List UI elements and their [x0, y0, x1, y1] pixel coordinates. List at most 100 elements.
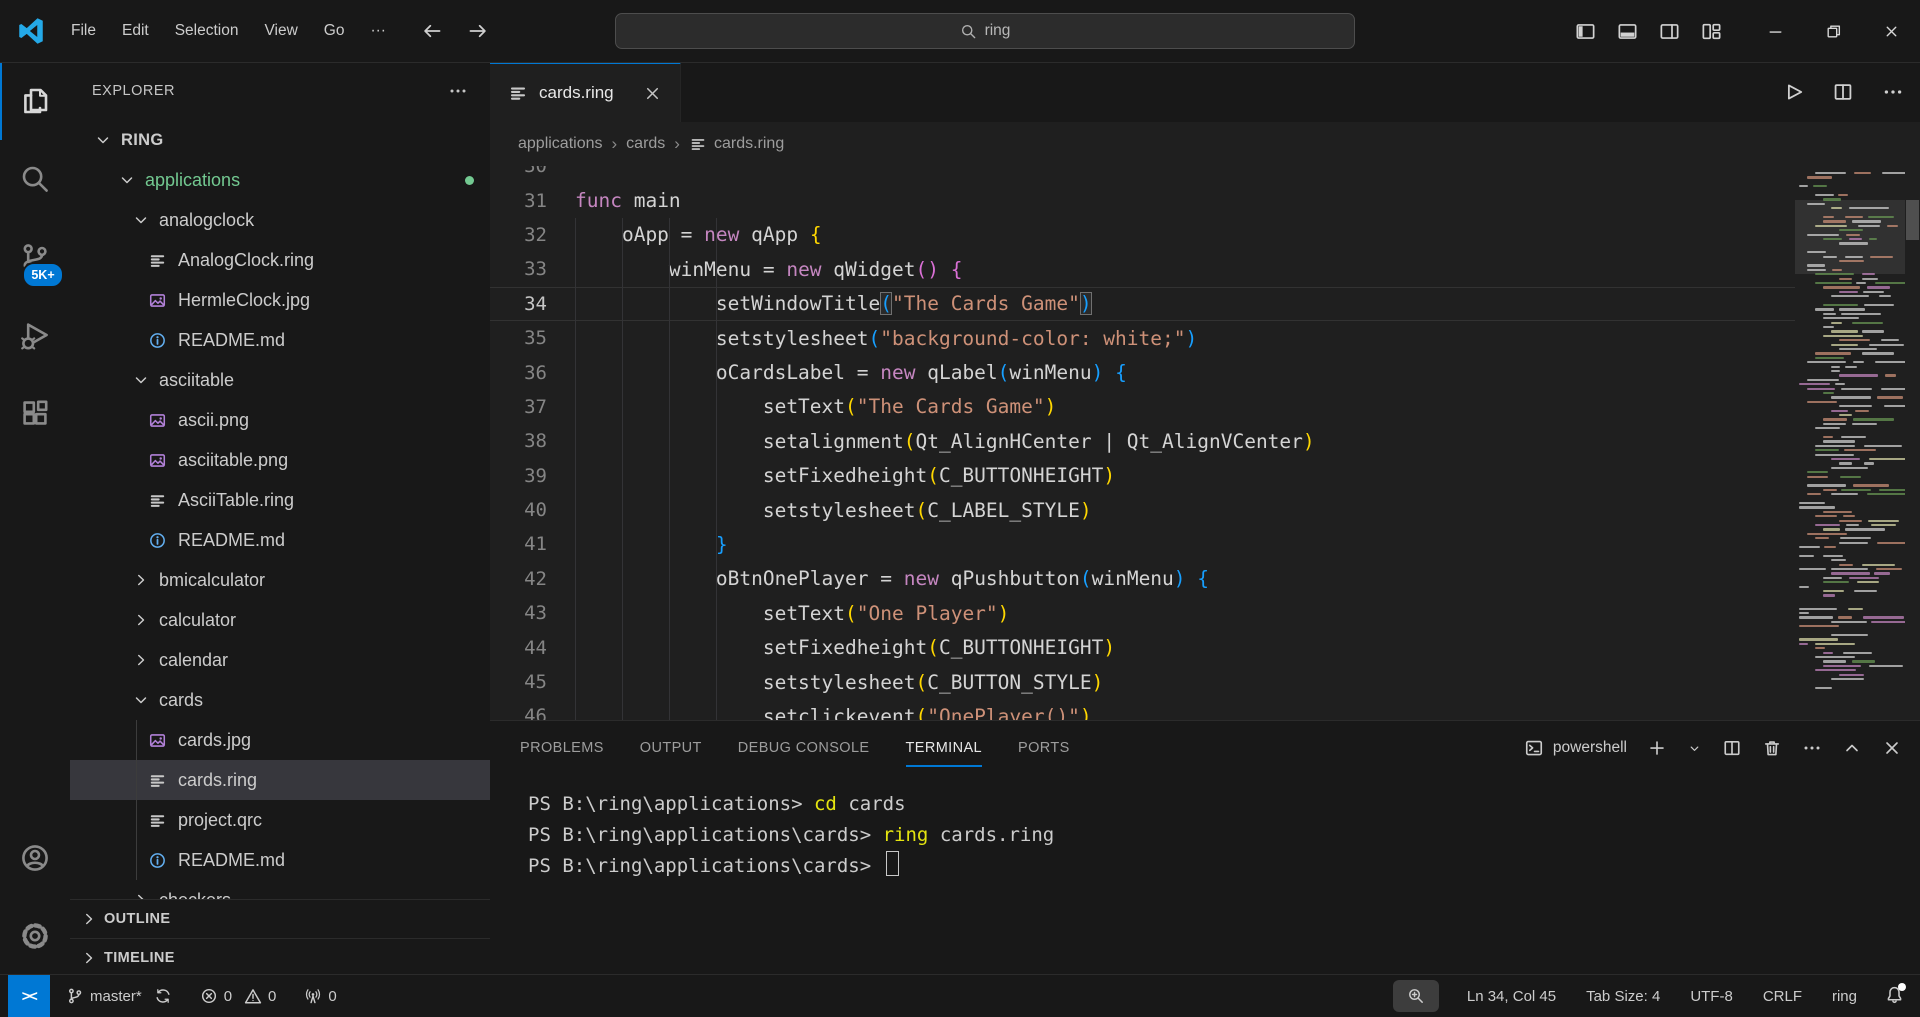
menu-selection[interactable]: Selection	[162, 15, 252, 47]
minimap-line	[1823, 256, 1837, 258]
activity-run-debug[interactable]	[0, 296, 70, 374]
tree-item-analogclock[interactable]: analogclock	[70, 200, 490, 240]
section-outline[interactable]: OUTLINE	[70, 899, 490, 938]
section-timeline[interactable]: TIMELINE	[70, 938, 490, 975]
tree-item-calendar[interactable]: calendar	[70, 640, 490, 680]
tree-item-readme-md[interactable]: README.md	[70, 520, 490, 560]
tree-item-cards-ring[interactable]: cards.ring	[70, 760, 490, 800]
terminal-output[interactable]: PS B:\ring\applications> cd cardsPS B:\r…	[490, 775, 1920, 882]
panel-tab-ports[interactable]: PORTS	[1018, 721, 1070, 775]
command-center-search[interactable]: ring	[615, 13, 1355, 49]
tree-item-checkers[interactable]: checkers	[70, 880, 490, 899]
image-icon	[148, 291, 167, 310]
minimap-line	[1815, 273, 1854, 275]
extensions-icon	[19, 397, 51, 429]
minimap-line	[1845, 256, 1863, 258]
breadcrumb-cards-ring[interactable]: cards.ring	[689, 135, 784, 153]
tree-item-readme-md[interactable]: README.md	[70, 840, 490, 880]
split-terminal-button[interactable]	[1722, 738, 1742, 758]
navigate-forward-button[interactable]	[467, 20, 489, 42]
minimize-button[interactable]	[1767, 23, 1784, 40]
tree-item-asciitable[interactable]: asciitable	[70, 360, 490, 400]
minimap-line	[1799, 638, 1838, 640]
tree-item-asciitable-ring[interactable]: AsciiTable.ring	[70, 480, 490, 520]
breadcrumb-separator: ›	[612, 134, 618, 154]
menu-more[interactable]: ···	[357, 15, 399, 47]
tree-item-cards[interactable]: cards	[70, 680, 490, 720]
toggle-sidebar-button[interactable]	[1575, 21, 1596, 42]
tree-item-readme-md[interactable]: README.md	[70, 320, 490, 360]
panel-more-actions-button[interactable]	[1802, 738, 1822, 758]
navigate-back-button[interactable]	[421, 20, 443, 42]
panel-tab-terminal[interactable]: TERMINAL	[906, 721, 983, 775]
tree-item-project-qrc[interactable]: project.qrc	[70, 800, 490, 840]
tab-cards-ring[interactable]: cards.ring	[490, 62, 681, 122]
minimap-line	[1839, 414, 1852, 416]
problems-item[interactable]: 0 0	[198, 987, 279, 1005]
minimap-viewport[interactable]	[1795, 200, 1905, 274]
toggle-panel-button[interactable]	[1617, 21, 1638, 42]
minimap-line	[1823, 577, 1842, 579]
status-language[interactable]: ring	[1830, 988, 1859, 1005]
git-branch-item[interactable]: master*	[64, 987, 174, 1005]
minimap-line	[1862, 330, 1883, 332]
minimap-line	[1874, 572, 1890, 574]
minimap-line	[1877, 542, 1905, 544]
panel-tab-problems[interactable]: PROBLEMS	[520, 721, 604, 775]
code-line-35: 35 setstylesheet("background-color: whit…	[490, 321, 1795, 355]
zoom-button[interactable]	[1393, 980, 1439, 1012]
maximize-panel-button[interactable]	[1842, 738, 1862, 758]
activity-search[interactable]	[0, 140, 70, 218]
run-button[interactable]	[1782, 81, 1804, 103]
menu-view[interactable]: View	[251, 15, 310, 47]
tree-item-hermleclock-jpg[interactable]: HermleClock.jpg	[70, 280, 490, 320]
status-encoding[interactable]: UTF-8	[1688, 988, 1735, 1005]
customize-layout-button[interactable]	[1701, 21, 1722, 42]
tree-item-applications[interactable]: applications	[70, 160, 490, 200]
explorer-actions-button[interactable]	[448, 81, 468, 101]
restore-button[interactable]	[1825, 23, 1842, 40]
toggle-secondary-sidebar-button[interactable]	[1659, 21, 1680, 42]
split-editor-button[interactable]	[1832, 81, 1854, 103]
remote-indicator[interactable]: ><	[8, 975, 50, 1017]
activity-source-control[interactable]: 5K+	[0, 218, 70, 296]
breadcrumb-applications[interactable]: applications	[518, 135, 603, 153]
editor-more-actions-button[interactable]	[1882, 81, 1904, 103]
close-panel-button[interactable]	[1882, 738, 1902, 758]
close-window-button[interactable]	[1883, 23, 1900, 40]
tree-item-ascii-png[interactable]: ascii.png	[70, 400, 490, 440]
menu-file[interactable]: File	[58, 15, 109, 47]
status-eol[interactable]: CRLF	[1761, 988, 1804, 1005]
activity-account[interactable]	[0, 819, 70, 897]
close-tab-icon[interactable]	[643, 84, 662, 103]
editor-scrollbar[interactable]	[1906, 200, 1919, 240]
tree-item-analogclock-ring[interactable]: AnalogClock.ring	[70, 240, 490, 280]
minimap-line	[1807, 203, 1825, 205]
activity-explorer[interactable]	[0, 62, 70, 140]
ring-file-icon	[148, 811, 167, 830]
new-terminal-button[interactable]	[1647, 738, 1667, 758]
tree-root-ring[interactable]: RING	[70, 120, 490, 160]
status-tab-size[interactable]: Tab Size: 4	[1584, 988, 1662, 1005]
code-editor[interactable]: 3031func main32 oApp = new qApp {33 winM…	[490, 166, 1920, 720]
panel-tab-debug-console[interactable]: DEBUG CONSOLE	[738, 721, 870, 775]
activity-settings[interactable]	[0, 897, 70, 975]
menu-go[interactable]: Go	[311, 15, 358, 47]
tree-item-calculator[interactable]: calculator	[70, 600, 490, 640]
panel-tab-output[interactable]: OUTPUT	[640, 721, 702, 775]
activity-extensions[interactable]	[0, 374, 70, 452]
breadcrumb-cards[interactable]: cards	[626, 135, 665, 153]
menu-edit[interactable]: Edit	[109, 15, 162, 47]
status-line-col[interactable]: Ln 34, Col 45	[1465, 988, 1558, 1005]
tree-item-cards-jpg[interactable]: cards.jpg	[70, 720, 490, 760]
terminal-dropdown-button[interactable]	[1687, 741, 1702, 756]
item-label: asciitable	[159, 370, 234, 391]
minimap-line	[1815, 172, 1846, 174]
ports-item[interactable]: 0	[302, 987, 338, 1005]
tree-item-bmicalculator[interactable]: bmicalculator	[70, 560, 490, 600]
tree-item-asciitable-png[interactable]: asciitable.png	[70, 440, 490, 480]
terminal-shell-item[interactable]: powershell	[1524, 738, 1627, 758]
notifications-bell[interactable]	[1885, 985, 1904, 1008]
kill-terminal-button[interactable]	[1762, 738, 1782, 758]
minimap[interactable]	[1795, 166, 1905, 720]
